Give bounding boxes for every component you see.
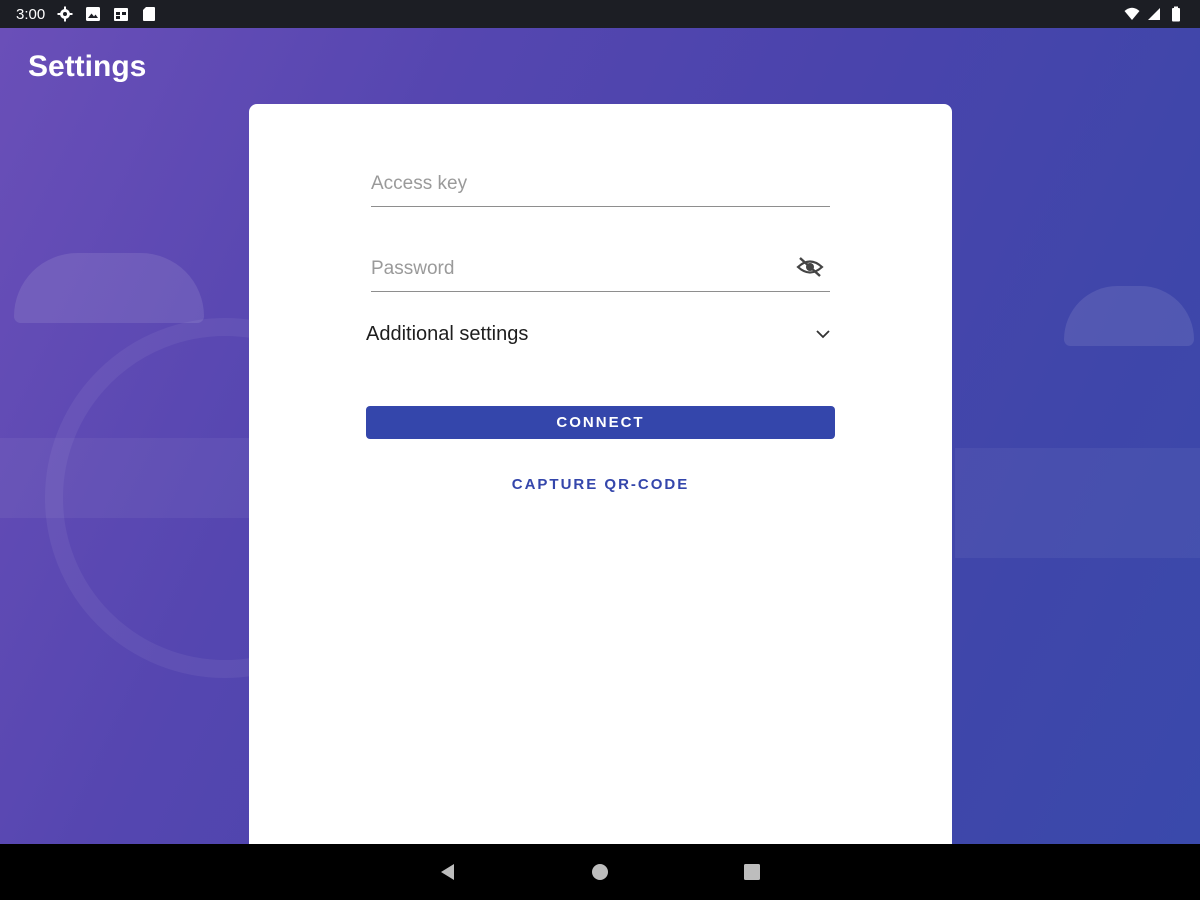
home-button[interactable] — [589, 861, 611, 883]
background-decoration — [1064, 286, 1194, 346]
signal-icon — [1148, 8, 1160, 20]
additional-settings-toggle[interactable]: Additional settings — [366, 316, 832, 352]
password-field[interactable] — [371, 242, 830, 292]
password-input[interactable] — [371, 242, 830, 291]
recents-button[interactable] — [741, 861, 763, 883]
sd-card-icon — [143, 7, 156, 21]
status-bar: 3:00 — [0, 0, 1200, 28]
back-icon — [441, 864, 454, 880]
wifi-icon — [1124, 7, 1140, 20]
recents-icon — [744, 864, 760, 880]
home-icon — [592, 864, 608, 880]
page-title: Settings — [28, 50, 147, 83]
image-icon — [86, 7, 101, 21]
access-key-input[interactable] — [371, 157, 830, 206]
calendar-icon — [114, 8, 129, 21]
background-decoration — [14, 253, 204, 323]
navigation-bar — [0, 844, 1200, 900]
chevron-down-icon — [816, 330, 830, 339]
back-button[interactable] — [437, 861, 459, 883]
connect-button[interactable]: CONNECT — [366, 406, 835, 439]
battery-icon — [1172, 6, 1180, 22]
settings-icon — [57, 6, 73, 22]
additional-settings-label: Additional settings — [366, 322, 529, 345]
settings-card: Additional settings CONNECT CAPTURE QR-C… — [249, 104, 952, 844]
access-key-field[interactable] — [371, 157, 830, 207]
app-background: Settings Additional settings CONNECT CAP… — [0, 28, 1200, 844]
eye-off-icon[interactable] — [796, 255, 824, 279]
capture-qr-code-button[interactable]: CAPTURE QR-CODE — [366, 470, 835, 498]
background-decoration — [0, 438, 250, 518]
status-time: 3:00 — [16, 5, 46, 23]
status-left-icons — [57, 6, 157, 22]
status-right-icons — [1124, 6, 1184, 22]
background-decoration — [955, 448, 1200, 558]
